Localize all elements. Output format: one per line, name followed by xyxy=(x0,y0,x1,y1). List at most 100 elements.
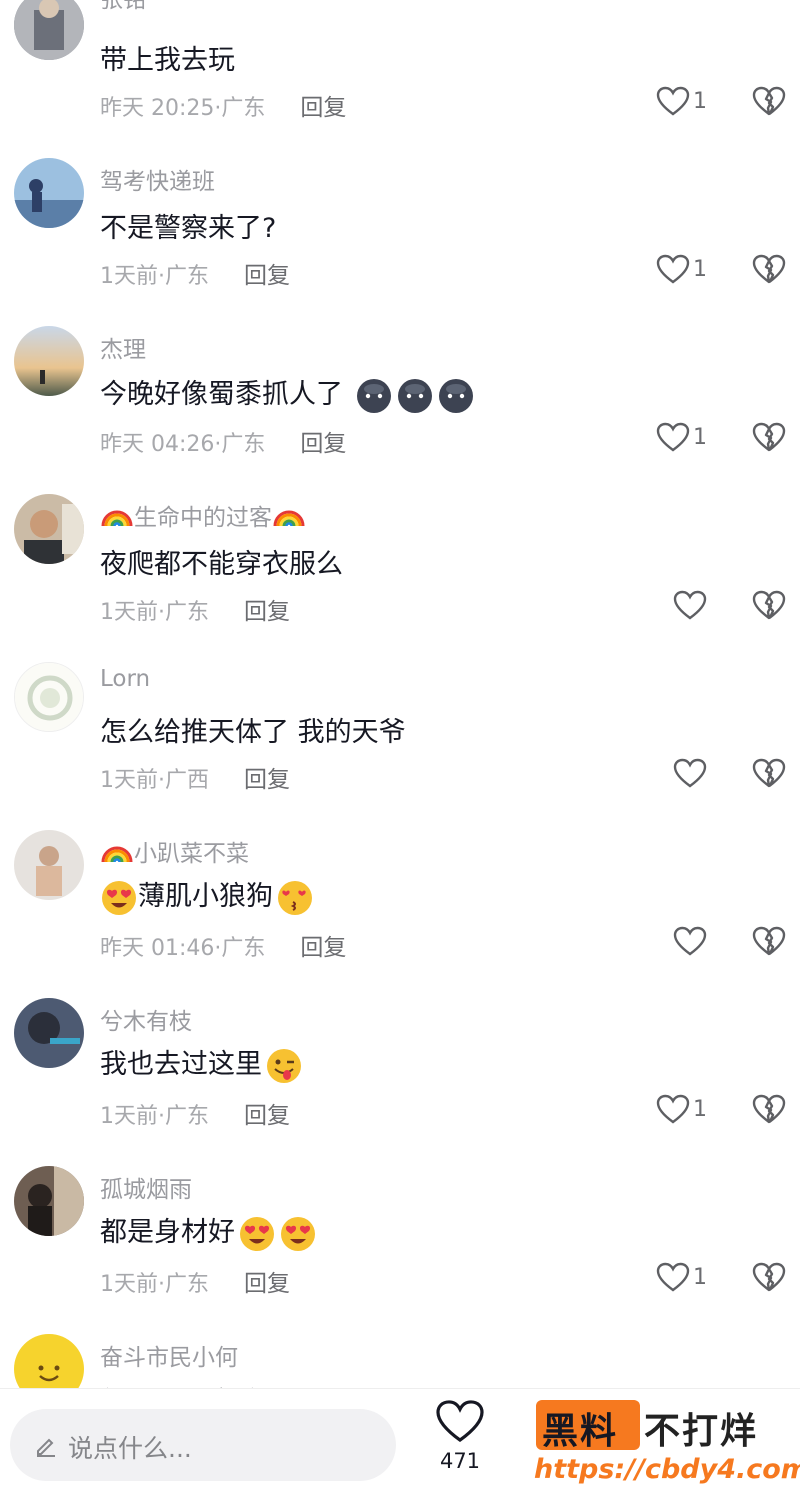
comment-time: 昨天 04:26 xyxy=(100,432,215,457)
comment-text-content: 今晚好像蜀黍抓人了 xyxy=(100,379,343,410)
like-count: 1 xyxy=(693,1096,707,1122)
username-text: 生命中的过客 xyxy=(134,505,272,531)
comment-time: 1天前 xyxy=(100,1272,158,1297)
pencil-icon xyxy=(37,1438,55,1457)
comment-text: 都是身材好 xyxy=(100,1210,317,1253)
watermark: 黑料 不打烊 https://cbdy4.com xyxy=(532,1398,800,1493)
comment-username[interactable]: 生命中的过客 xyxy=(100,498,306,532)
watermark-url: https://cbdy4.com xyxy=(534,1454,800,1485)
comment-time: 1天前 xyxy=(100,600,158,625)
comment-item: 生命中的过客 夜爬都不能穿衣服么 1天前·广东 回复 xyxy=(0,484,800,652)
comment-username[interactable]: 杰理 xyxy=(100,330,146,364)
reply-button[interactable]: 回复 xyxy=(244,599,290,625)
comment-username[interactable]: 驾考快递班 xyxy=(100,162,215,196)
dislike-button[interactable] xyxy=(752,926,786,960)
broken-heart-icon xyxy=(752,926,786,956)
comment-meta: 1天前·广东 回复 xyxy=(100,1096,290,1130)
heart-eyes-emoji-icon xyxy=(102,880,136,915)
comment-item: 兮木有枝 我也去过这里 1天前·广东 回复 1 xyxy=(0,988,800,1156)
reply-button[interactable]: 回复 xyxy=(300,95,346,121)
comment-username[interactable]: Lorn xyxy=(100,666,150,692)
meta-separator: · xyxy=(158,1104,165,1129)
like-button[interactable]: 1 xyxy=(656,1262,707,1292)
dislike-button[interactable] xyxy=(752,590,786,624)
comment-text: 我也去过这里 xyxy=(100,1042,303,1085)
comment-time: 昨天 01:46 xyxy=(100,936,215,961)
meta-separator: · xyxy=(158,600,165,625)
dislike-button[interactable] xyxy=(752,1094,786,1128)
comment-username[interactable]: 小趴菜不菜 xyxy=(100,834,249,868)
dislike-button[interactable] xyxy=(752,758,786,792)
comment-item: 奋斗市民小何 每个都是变狼 xyxy=(0,1324,800,1390)
comment-list: 张铭 带上我去玩 昨天 20:25·广东 回复 1 驾考快递班 不是警察来了? … xyxy=(0,0,800,1390)
avatar[interactable] xyxy=(14,158,84,228)
reply-button[interactable]: 回复 xyxy=(244,1271,290,1297)
dislike-button[interactable] xyxy=(752,1262,786,1296)
avatar[interactable] xyxy=(14,1166,84,1236)
like-button[interactable]: 1 xyxy=(656,254,707,284)
reply-button[interactable]: 回复 xyxy=(244,767,290,793)
comment-time: 1天前 xyxy=(100,264,158,289)
avatar[interactable] xyxy=(14,326,84,396)
comment-meta: 昨天 04:26·广东 回复 xyxy=(100,424,346,458)
comment-time: 昨天 20:25 xyxy=(100,96,215,121)
like-button[interactable]: 1 xyxy=(656,422,707,452)
post-like-button[interactable]: 471 xyxy=(434,1399,486,1473)
like-button[interactable] xyxy=(673,926,707,956)
dark-face-icon xyxy=(397,378,432,413)
comment-item: 杰理 今晚好像蜀黍抓人了 昨天 04:26·广东 回复 1 xyxy=(0,316,800,484)
comment-text-content: 都是身材好 xyxy=(100,1217,235,1248)
comment-username[interactable]: 张铭 xyxy=(100,0,146,14)
broken-heart-icon xyxy=(752,590,786,620)
dislike-button[interactable] xyxy=(752,86,786,120)
comment-username[interactable]: 兮木有枝 xyxy=(100,1002,192,1036)
comment-text: 怎么给推天体了 我的天爷 xyxy=(100,717,406,748)
avatar[interactable] xyxy=(14,830,84,900)
meta-separator: · xyxy=(158,1272,165,1297)
heart-eyes-emoji-icon xyxy=(240,1216,274,1251)
meta-separator: · xyxy=(158,768,165,793)
heart-outline-icon xyxy=(656,1262,690,1292)
like-button[interactable] xyxy=(673,590,707,620)
dark-face-icon xyxy=(356,378,391,413)
watermark-line1: 黑料 xyxy=(542,1411,619,1452)
comment-meta: 1天前·广东 回复 xyxy=(100,1264,290,1298)
heart-outline-icon xyxy=(656,422,690,452)
rainbow-icon xyxy=(273,510,305,527)
broken-heart-icon xyxy=(752,1094,786,1124)
post-like-count: 471 xyxy=(439,1449,481,1473)
dislike-button[interactable] xyxy=(752,422,786,456)
username-text: 小趴菜不菜 xyxy=(134,841,249,867)
reply-button[interactable]: 回复 xyxy=(300,431,346,457)
dislike-button[interactable] xyxy=(752,254,786,288)
avatar[interactable] xyxy=(14,662,84,732)
avatar[interactable] xyxy=(14,998,84,1068)
comment-time: 1天前 xyxy=(100,768,158,793)
meta-separator: · xyxy=(158,264,165,289)
reply-button[interactable]: 回复 xyxy=(244,1103,290,1129)
comment-username[interactable]: 孤城烟雨 xyxy=(100,1170,192,1204)
heart-outline-icon xyxy=(673,926,707,956)
like-button[interactable]: 1 xyxy=(656,1094,707,1124)
like-button[interactable] xyxy=(673,758,707,788)
rainbow-icon xyxy=(101,846,133,863)
reply-button[interactable]: 回复 xyxy=(244,263,290,289)
heart-outline-icon xyxy=(656,254,690,284)
comment-username[interactable]: 奋斗市民小何 xyxy=(100,1338,238,1372)
comment-region: 广东 xyxy=(221,936,266,961)
like-button[interactable]: 1 xyxy=(656,86,707,116)
heart-outline-icon xyxy=(673,758,707,788)
reply-button[interactable]: 回复 xyxy=(300,935,346,961)
avatar[interactable] xyxy=(14,1334,84,1390)
comment-input[interactable]: 说点什么... xyxy=(10,1409,396,1481)
avatar[interactable] xyxy=(14,494,84,564)
comment-time: 1天前 xyxy=(100,1104,158,1129)
heart-outline-icon xyxy=(656,86,690,116)
comment-region: 广东 xyxy=(165,1104,210,1129)
like-count: 1 xyxy=(693,256,707,282)
comment-region: 广东 xyxy=(165,1272,210,1297)
avatar[interactable] xyxy=(14,0,84,60)
comment-text: 不是警察来了? xyxy=(100,213,277,244)
comment-region: 广东 xyxy=(165,600,210,625)
comment-item: 孤城烟雨 都是身材好 1天前·广东 回复 1 xyxy=(0,1156,800,1324)
